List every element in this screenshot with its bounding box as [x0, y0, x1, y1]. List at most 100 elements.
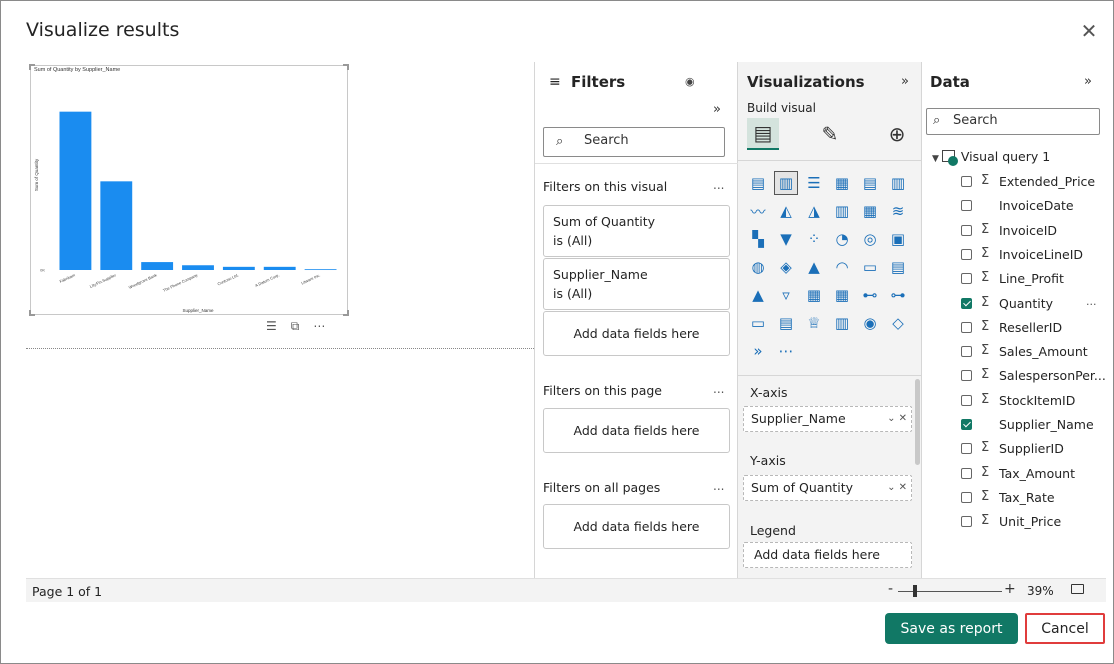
line-clustered-column-icon[interactable]: ▥: [831, 200, 853, 222]
zoom-in-button[interactable]: +: [1004, 581, 1016, 597]
filter-card-sum-of-quantity[interactable]: Sum of Quantity is (All): [543, 205, 730, 257]
100-stacked-bar-chart-icon[interactable]: ▤: [859, 172, 881, 194]
more-visuals-icon[interactable]: ⋯: [775, 340, 797, 362]
qa-icon[interactable]: ▭: [747, 312, 769, 334]
resize-handle[interactable]: [29, 310, 35, 316]
x-axis-field[interactable]: Supplier_Name ⌄ ✕: [743, 406, 912, 432]
field-checkbox[interactable]: [961, 419, 972, 430]
funnel-chart-icon[interactable]: ▼: [775, 228, 797, 250]
power-apps-icon[interactable]: ◇: [887, 312, 909, 334]
card-icon[interactable]: ▭: [859, 256, 881, 278]
eye-icon[interactable]: ◉: [685, 75, 695, 88]
paginated-report-icon[interactable]: ▥: [831, 312, 853, 334]
map-icon[interactable]: ◍: [747, 256, 769, 278]
filled-map-icon[interactable]: ◈: [775, 256, 797, 278]
donut-chart-icon[interactable]: ◎: [859, 228, 881, 250]
stacked-bar-chart-icon[interactable]: ▤: [747, 172, 769, 194]
field-checkbox[interactable]: [961, 516, 972, 528]
fit-to-page-icon[interactable]: [1071, 584, 1084, 594]
resize-handle[interactable]: [343, 64, 349, 70]
decomposition-tree-icon[interactable]: ⊷: [859, 284, 881, 306]
100-stacked-column-chart-icon[interactable]: ▥: [887, 172, 909, 194]
focus-mode-icon[interactable]: ⧉: [291, 319, 300, 334]
gauge-icon[interactable]: ◠: [831, 256, 853, 278]
filters-search-input[interactable]: [584, 133, 714, 148]
scatter-chart-icon[interactable]: ⁘: [803, 228, 825, 250]
field-checkbox[interactable]: [961, 370, 972, 382]
more-options-icon[interactable]: ...: [713, 178, 724, 192]
field-checkbox[interactable]: [961, 346, 972, 358]
filter-icon[interactable]: ☰: [266, 319, 277, 334]
data-search-input[interactable]: [953, 113, 1093, 128]
stacked-column-chart-icon[interactable]: ▥: [774, 171, 798, 195]
more-options-icon[interactable]: ...: [1086, 295, 1097, 308]
data-search-box[interactable]: ⌕: [926, 108, 1100, 135]
field-checkbox[interactable]: [961, 200, 972, 212]
area-chart-icon[interactable]: ◭: [775, 200, 797, 222]
field-checkbox[interactable]: [961, 224, 972, 236]
filter-card-supplier-name[interactable]: Supplier_Name is (All): [543, 258, 730, 310]
field-controls[interactable]: ⌄ ✕: [887, 476, 907, 500]
field-checkbox[interactable]: [961, 176, 972, 187]
line-chart-icon[interactable]: 〰: [747, 200, 769, 222]
pie-chart-icon[interactable]: ◔: [831, 228, 853, 250]
slicer-icon[interactable]: ▿: [775, 284, 797, 306]
report-canvas[interactable]: Sum of Quantity by Supplier_Name Sum of Q…: [26, 62, 534, 578]
multi-row-card-icon[interactable]: ▤: [887, 256, 909, 278]
chart-bar: [59, 111, 92, 270]
power-automate-icon[interactable]: »: [747, 340, 769, 362]
field-checkbox[interactable]: [961, 273, 972, 285]
trophy-icon[interactable]: ♕: [803, 312, 825, 334]
ribbon-chart-icon[interactable]: ≋: [887, 200, 909, 222]
chevron-down-icon[interactable]: ▼: [932, 154, 939, 164]
build-visual-tab-icon[interactable]: ▤: [747, 118, 779, 150]
stacked-area-chart-icon[interactable]: ◮: [803, 200, 825, 222]
clustered-bar-chart-icon[interactable]: ☰: [803, 172, 825, 194]
zoom-out-button[interactable]: -: [888, 581, 893, 597]
expand-icon[interactable]: »: [1084, 74, 1092, 89]
page-filter-drop-zone[interactable]: Add data fields here: [543, 408, 730, 453]
more-options-icon[interactable]: ...: [713, 479, 724, 493]
bar-chart-visual[interactable]: Sum of Quantity by Supplier_Name Sum of Q…: [29, 64, 349, 316]
legend-label: Legend: [750, 523, 796, 538]
line-stacked-column-icon[interactable]: ▦: [859, 200, 881, 222]
arcgis-map-icon[interactable]: ◉: [859, 312, 881, 334]
filters-search-box[interactable]: ⌕: [543, 127, 725, 157]
field-checkbox[interactable]: [961, 491, 972, 503]
zoom-slider-thumb[interactable]: [912, 585, 917, 597]
table-node[interactable]: ▼ Visual query 1: [932, 149, 1050, 166]
cancel-button[interactable]: Cancel: [1025, 613, 1105, 644]
legend-drop-zone[interactable]: Add data fields here: [743, 542, 912, 568]
wells-scrollbar[interactable]: [915, 379, 920, 465]
expand-icon[interactable]: »: [713, 102, 721, 117]
resize-handle[interactable]: [343, 310, 349, 316]
more-options-icon[interactable]: ⋯: [313, 319, 325, 334]
resize-handle[interactable]: [29, 64, 35, 70]
field-checkbox[interactable]: [961, 467, 972, 479]
visual-filter-drop-zone[interactable]: Add data fields here: [543, 311, 730, 356]
expand-icon[interactable]: »: [901, 74, 909, 89]
more-options-icon[interactable]: ...: [713, 382, 724, 396]
y-axis-field[interactable]: Sum of Quantity ⌄ ✕: [743, 475, 912, 501]
field-checkbox[interactable]: [961, 394, 972, 406]
waterfall-chart-icon[interactable]: ▚: [747, 228, 769, 250]
smart-narrative-icon[interactable]: ▤: [775, 312, 797, 334]
field-controls[interactable]: ⌄ ✕: [887, 407, 907, 431]
field-checkbox[interactable]: [961, 321, 972, 333]
format-visual-paintbrush-icon[interactable]: ✎: [814, 118, 846, 150]
clustered-column-chart-icon[interactable]: ▦: [831, 172, 853, 194]
all-pages-filter-drop-zone[interactable]: Add data fields here: [543, 504, 730, 549]
azure-map-icon[interactable]: ▲: [803, 256, 825, 278]
chart-bar: [141, 262, 174, 270]
close-icon[interactable]: ✕: [1079, 21, 1099, 41]
treemap-icon[interactable]: ▣: [887, 228, 909, 250]
analytics-magnifier-icon[interactable]: ⊕: [881, 118, 913, 150]
matrix-icon[interactable]: ▦: [831, 284, 853, 306]
field-checkbox[interactable]: [961, 443, 972, 455]
kpi-icon[interactable]: ▲: [747, 284, 769, 306]
key-influencers-icon[interactable]: ⊶: [887, 284, 909, 306]
field-checkbox[interactable]: [961, 248, 972, 260]
save-as-report-button[interactable]: Save as report: [885, 613, 1018, 644]
table-icon[interactable]: ▦: [803, 284, 825, 306]
field-checkbox[interactable]: [961, 297, 972, 309]
